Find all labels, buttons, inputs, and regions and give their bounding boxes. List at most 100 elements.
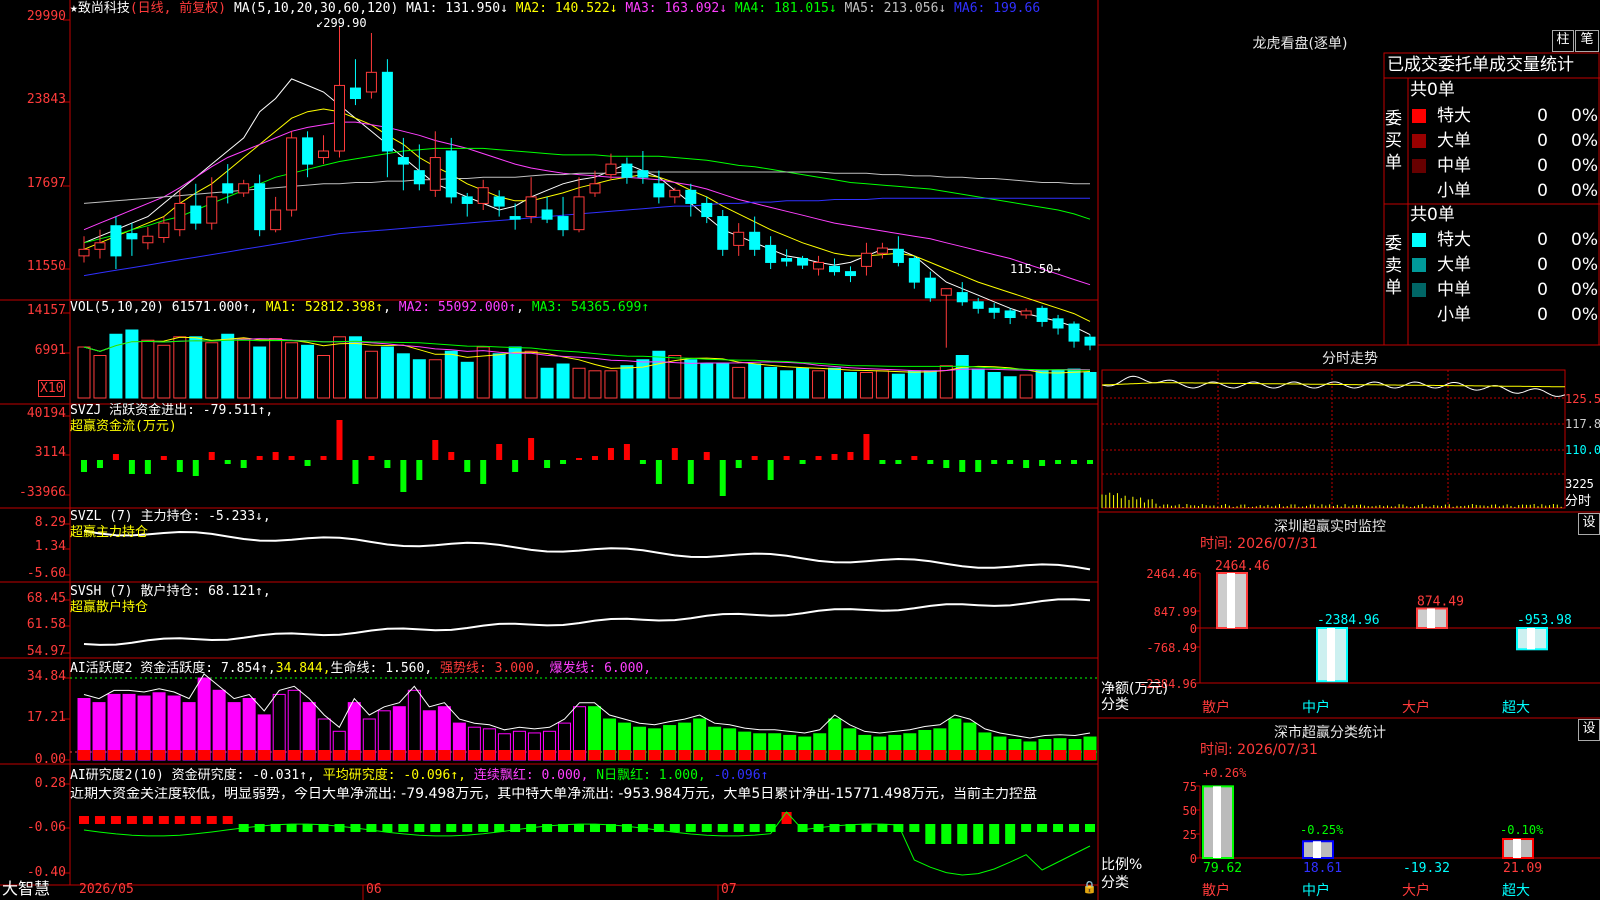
fund-flow-bar xyxy=(720,460,726,496)
fund-flow-bar xyxy=(672,448,678,460)
candle-body xyxy=(255,184,265,230)
bar-mode-button[interactable]: 柱 xyxy=(1552,30,1574,52)
research-bar xyxy=(414,824,424,832)
research-bar xyxy=(574,824,584,832)
volume-bar xyxy=(110,334,122,398)
ma-value-1: MA1: 131.950↓ xyxy=(406,1,508,16)
sz-settings-button[interactable]: 设 xyxy=(1578,513,1600,535)
sh-unit: 比例% xyxy=(1101,858,1142,873)
volume-bar xyxy=(733,367,745,398)
research-bar xyxy=(989,824,999,844)
research-bar xyxy=(478,824,488,832)
sz-value-2: 874.49 xyxy=(1417,594,1464,609)
sh-ytick-1: 50 xyxy=(1183,804,1197,818)
candle-body xyxy=(510,217,520,220)
tick-mode-button[interactable]: 笔 xyxy=(1575,30,1599,52)
candle-body xyxy=(159,223,169,237)
volume-bar xyxy=(813,371,825,398)
fund-flow-bar xyxy=(576,458,582,460)
svzl-ytick-2: -5.60 xyxy=(0,566,66,581)
candle-body xyxy=(271,210,281,230)
sh-settings-button[interactable]: 设 xyxy=(1578,719,1600,741)
svzl-ytick-0: 8.29 xyxy=(0,515,66,530)
sh-time: 时间: 2026/07/31 xyxy=(1200,743,1318,758)
activity-base-bar xyxy=(348,750,360,760)
volume-bar xyxy=(972,369,984,398)
sz-value-3: -953.98 xyxy=(1517,613,1572,628)
volume-bar xyxy=(429,360,441,398)
fund-flow-bar xyxy=(209,452,215,460)
ai2-ytick-0: 0.28 xyxy=(0,776,66,791)
ai2-ytick-1: -0.06 xyxy=(0,820,66,835)
order-color-swatch xyxy=(1412,233,1426,247)
research-bar xyxy=(494,824,504,832)
sz-unit: 净额(万元) xyxy=(1101,682,1168,697)
volume-bar xyxy=(302,345,314,398)
activity-base-bar xyxy=(393,750,405,760)
activity-base-bar xyxy=(168,750,180,760)
candle-body xyxy=(350,88,360,98)
candle-body xyxy=(845,272,855,276)
activity-base-bar xyxy=(438,750,450,760)
research-bar xyxy=(622,824,632,832)
research-bar xyxy=(191,816,201,824)
order-color-swatch xyxy=(1412,109,1426,123)
activity-base-bar xyxy=(769,750,781,760)
research-bar xyxy=(223,816,233,824)
volume-bar xyxy=(174,337,186,398)
candle-body xyxy=(957,293,967,302)
kline-ma2-line xyxy=(84,109,1090,321)
order-color-swatch xyxy=(1412,258,1426,272)
fund-flow-bar xyxy=(177,460,183,472)
vol-header: VOL(5,10,20) 61571.000↑, MA1: 52812.398↑… xyxy=(70,300,649,315)
candle-body xyxy=(1021,311,1031,315)
kline-ytick-2: 17697 xyxy=(0,176,66,191)
research-bar xyxy=(334,824,344,832)
activity-base-bar xyxy=(333,750,345,760)
fund-flow-bar xyxy=(800,460,806,464)
volume-bar xyxy=(126,330,138,398)
candle-body xyxy=(79,249,89,256)
activity-base-bar xyxy=(649,750,661,760)
lock-icon[interactable]: 🔒 xyxy=(1082,880,1097,895)
research-bar xyxy=(95,816,105,824)
volume-bar xyxy=(1068,369,1080,398)
activity-base-bar xyxy=(273,750,285,760)
research-bar xyxy=(686,824,696,832)
fenshi-price-0: 125.5 xyxy=(1565,392,1600,407)
order-row-name: 特大 xyxy=(1437,106,1471,126)
order-color-swatch xyxy=(1412,308,1426,322)
fund-flow-bar xyxy=(321,456,327,460)
candle-body xyxy=(542,210,552,219)
volume-bar xyxy=(829,368,841,398)
vol-ytick-0: 14157 xyxy=(0,303,66,318)
fund-flow-bar xyxy=(1055,460,1061,464)
fund-flow-bar xyxy=(257,456,263,460)
sz-value-0: 2464.46 xyxy=(1215,559,1270,574)
svzl-subtitle: 超赢主力持仓 xyxy=(70,525,148,540)
fund-flow-bar xyxy=(560,460,566,464)
fund-flow-bar xyxy=(832,454,838,460)
vol-ma1-line xyxy=(84,337,1090,373)
sh-top-label-0: +0.26% xyxy=(1203,766,1247,780)
candle-body xyxy=(111,226,121,256)
activity-base-bar xyxy=(1084,750,1096,760)
candle-body xyxy=(941,289,951,296)
activity-base-bar xyxy=(498,750,510,760)
order-row-pct: 0% xyxy=(1540,305,1598,325)
research-bar xyxy=(1085,824,1095,832)
sz-cat-3: 超大 xyxy=(1502,700,1530,716)
order-row-pct: 0% xyxy=(1540,106,1598,126)
fenshi-vol: 3225 xyxy=(1565,477,1594,492)
activity-base-bar xyxy=(994,750,1006,760)
ai2-header: AI研究度2(10) 资金研究度: -0.031↑, 平均研究度: -0.096… xyxy=(70,768,768,783)
fund-flow-bar xyxy=(911,456,917,460)
fund-flow-bar xyxy=(608,448,614,460)
ai1-ytick-0: 34.84 xyxy=(0,669,66,684)
vol-unit-badge[interactable]: X10 xyxy=(38,380,65,397)
fund-flow-bar xyxy=(352,460,358,484)
fund-flow-bar xyxy=(768,460,774,480)
fenshi-price-2: 110.0 xyxy=(1565,443,1600,458)
ma-value-6: MA6: 199.66 xyxy=(946,1,1040,16)
main-chart-canvas[interactable]: 2464.46847.990-768.49-2384.962464.46-238… xyxy=(0,0,1600,900)
